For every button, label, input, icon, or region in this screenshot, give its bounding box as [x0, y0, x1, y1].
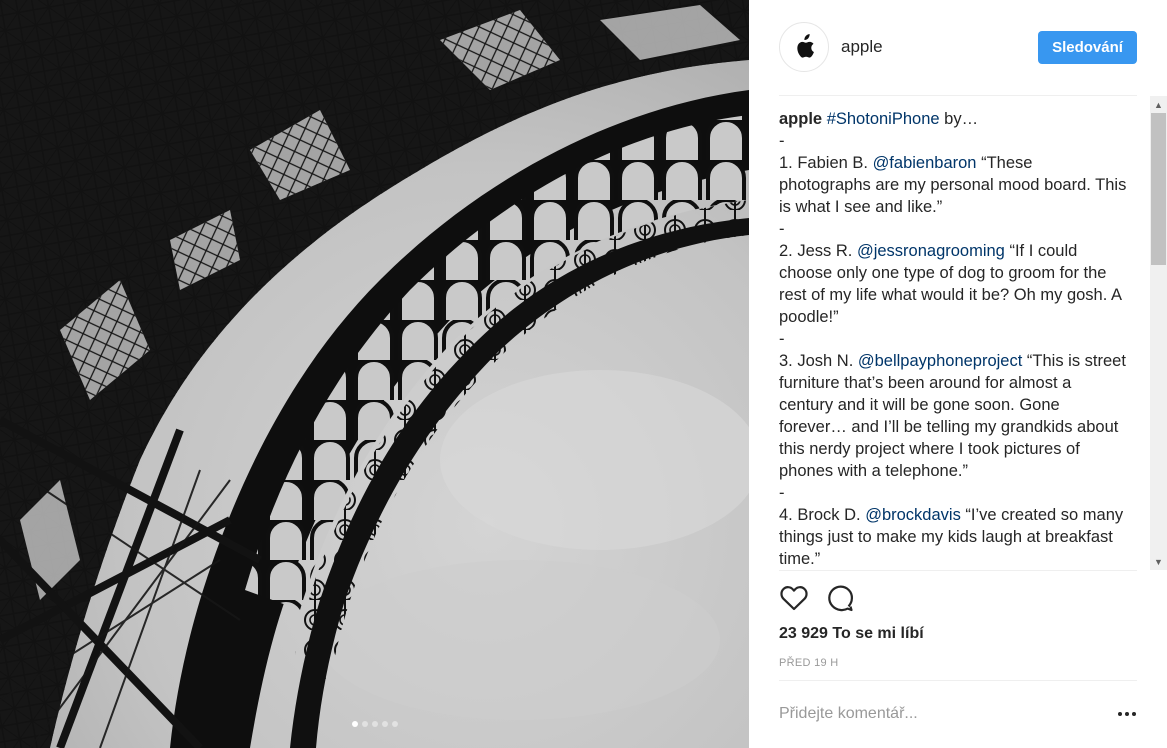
caption-intro-text: by… — [939, 110, 979, 128]
comment-input[interactable] — [779, 700, 1109, 728]
carousel-dot[interactable] — [361, 721, 368, 727]
caption-entry: 4. Brock D. @brockdavis “I’ve created so… — [779, 504, 1127, 570]
entry-quote: “This is street furniture that’s been ar… — [779, 352, 1126, 480]
follow-button[interactable]: Sledování — [1038, 31, 1137, 64]
post-photo[interactable] — [0, 0, 749, 748]
post-details-panel: apple Sledování apple #ShotoniPhone by… … — [749, 0, 1167, 748]
caption-scrollbar[interactable]: ▲ ▼ — [1150, 96, 1167, 570]
caption-username[interactable]: apple — [779, 110, 822, 128]
caption-scroll-area[interactable]: apple #ShotoniPhone by… - 1. Fabien B. @… — [779, 108, 1127, 570]
caption-entry: 2. Jess R. @jessronagrooming “If I could… — [779, 240, 1127, 328]
carousel-dot[interactable] — [371, 721, 378, 727]
heart-icon[interactable] — [779, 583, 809, 613]
caption-intro: apple #ShotoniPhone by… — [779, 108, 1127, 130]
more-options-icon[interactable] — [1116, 705, 1138, 723]
eiffel-tower-photo — [0, 0, 749, 748]
carousel-dot[interactable] — [381, 721, 388, 727]
scroll-up-arrow-icon[interactable]: ▲ — [1150, 96, 1167, 113]
entry-prefix: 2. Jess R. — [779, 242, 857, 260]
mention-link[interactable]: @fabienbaron — [873, 154, 977, 172]
carousel-dot-active[interactable] — [351, 721, 358, 727]
caption-entry: 1. Fabien B. @fabienbaron “These photogr… — [779, 152, 1127, 218]
carousel-indicator — [0, 721, 749, 727]
scrollbar-thumb[interactable] — [1151, 113, 1166, 265]
caption-separator: - — [779, 220, 785, 238]
divider — [779, 680, 1137, 681]
caption-separator: - — [779, 132, 785, 150]
entry-prefix: 1. Fabien B. — [779, 154, 873, 172]
entry-prefix: 4. Brock D. — [779, 506, 866, 524]
entry-prefix: 3. Josh N. — [779, 352, 858, 370]
avatar[interactable] — [779, 22, 829, 72]
comment-bubble-icon[interactable] — [825, 583, 855, 613]
caption: apple #ShotoniPhone by… - 1. Fabien B. @… — [779, 108, 1127, 570]
post-actions — [779, 583, 855, 613]
apple-logo-icon — [797, 34, 814, 58]
likes-count[interactable]: 23 929 To se mi líbí — [779, 625, 924, 643]
post-timestamp[interactable]: PŘED 19 H — [779, 657, 839, 669]
caption-separator: - — [779, 330, 785, 348]
divider — [779, 95, 1137, 96]
carousel-dot[interactable] — [391, 721, 398, 727]
mention-link[interactable]: @brockdavis — [865, 506, 961, 524]
caption-separator: - — [779, 484, 785, 502]
scroll-down-arrow-icon[interactable]: ▼ — [1150, 553, 1167, 570]
mention-link[interactable]: @jessronagrooming — [857, 242, 1005, 260]
post-header: apple Sledování — [779, 22, 1137, 74]
hashtag-link[interactable]: #ShotoniPhone — [827, 110, 940, 128]
divider — [779, 570, 1137, 571]
username[interactable]: apple — [841, 37, 883, 57]
caption-entry: 3. Josh N. @bellpayphoneproject “This is… — [779, 350, 1127, 482]
mention-link[interactable]: @bellpayphoneproject — [858, 352, 1022, 370]
